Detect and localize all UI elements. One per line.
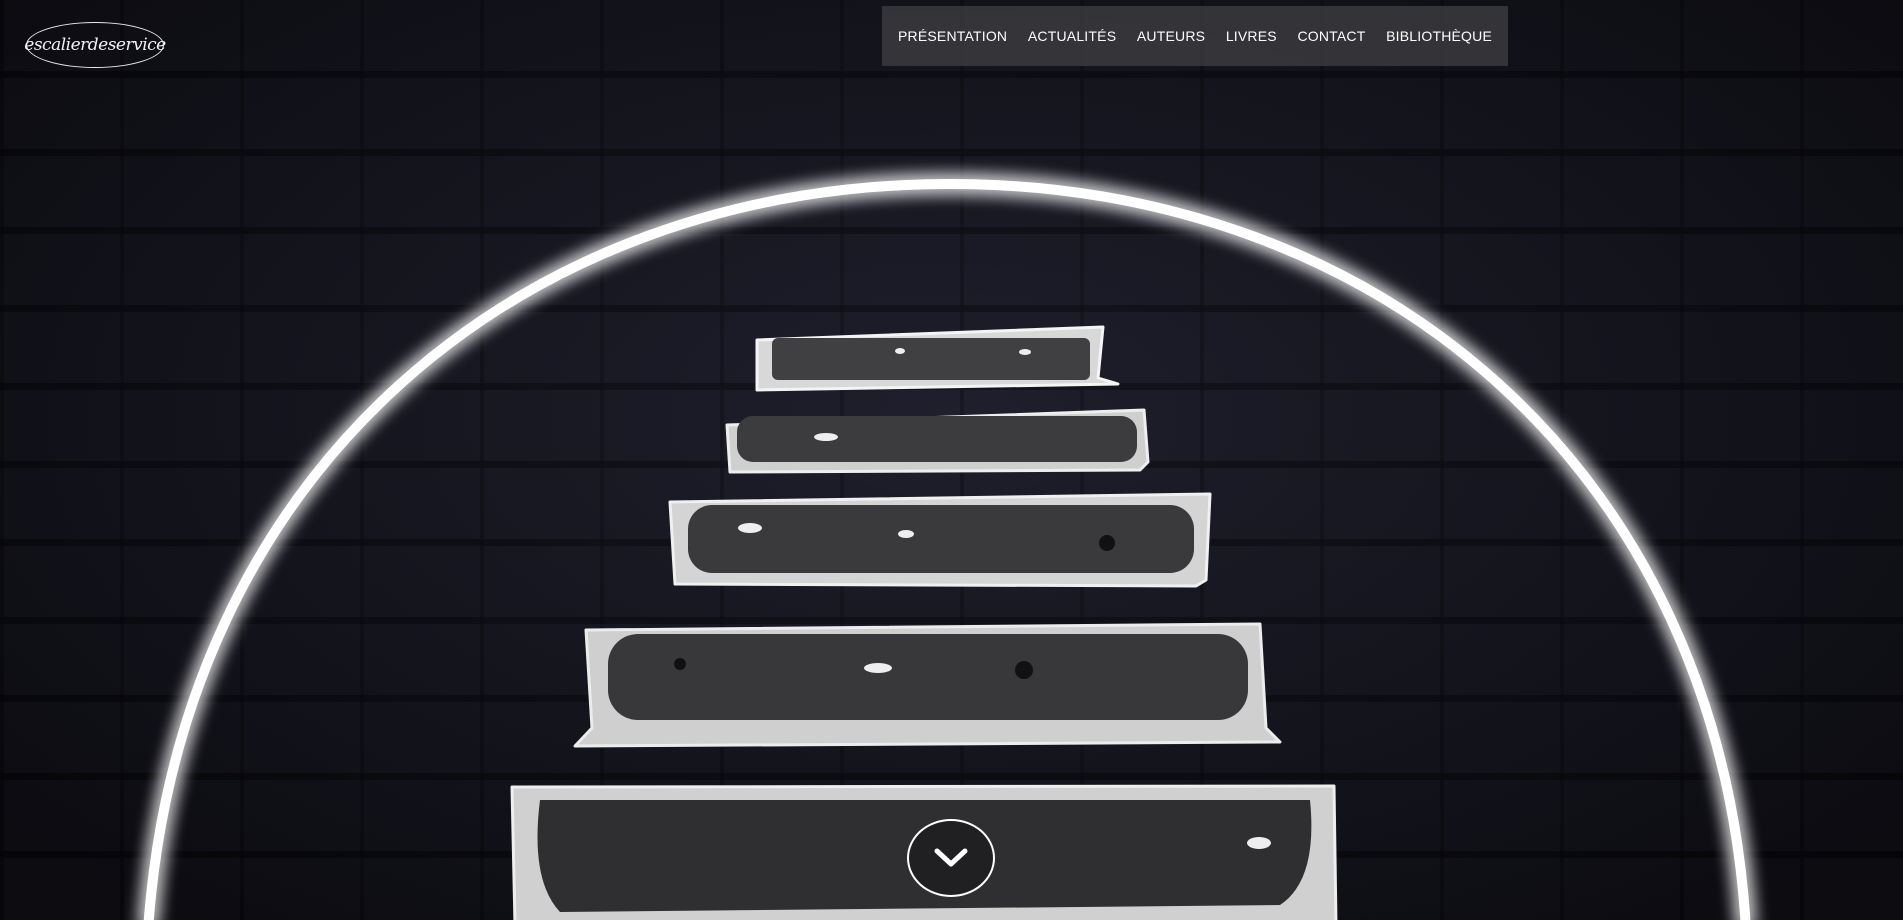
logo-text: escalierdeservice	[24, 35, 166, 55]
site-logo[interactable]: escalierdeservice	[24, 22, 166, 68]
nav-item-contact[interactable]: CONTACT	[1297, 28, 1365, 44]
stair-step-1	[755, 325, 1120, 392]
main-navigation: PRÉSENTATION ACTUALITÉS AUTEURS LIVRES C…	[882, 6, 1508, 66]
nav-item-livres[interactable]: LIVRES	[1226, 28, 1277, 44]
stair-step-3	[668, 492, 1212, 588]
page: escalierdeservice PRÉSENTATION ACTUALITÉ…	[0, 0, 1903, 920]
chevron-down-icon	[934, 848, 968, 867]
nav-item-actualites[interactable]: ACTUALITÉS	[1028, 28, 1116, 44]
nav-item-bibliotheque[interactable]: BIBLIOTHÈQUE	[1386, 28, 1492, 44]
stair-step-4	[573, 622, 1282, 748]
stair-step-2	[725, 408, 1150, 474]
scroll-down-button[interactable]	[907, 819, 995, 897]
nav-item-auteurs[interactable]: AUTEURS	[1137, 28, 1205, 44]
hero-illustration	[143, 178, 1751, 920]
nav-item-presentation[interactable]: PRÉSENTATION	[898, 28, 1007, 44]
